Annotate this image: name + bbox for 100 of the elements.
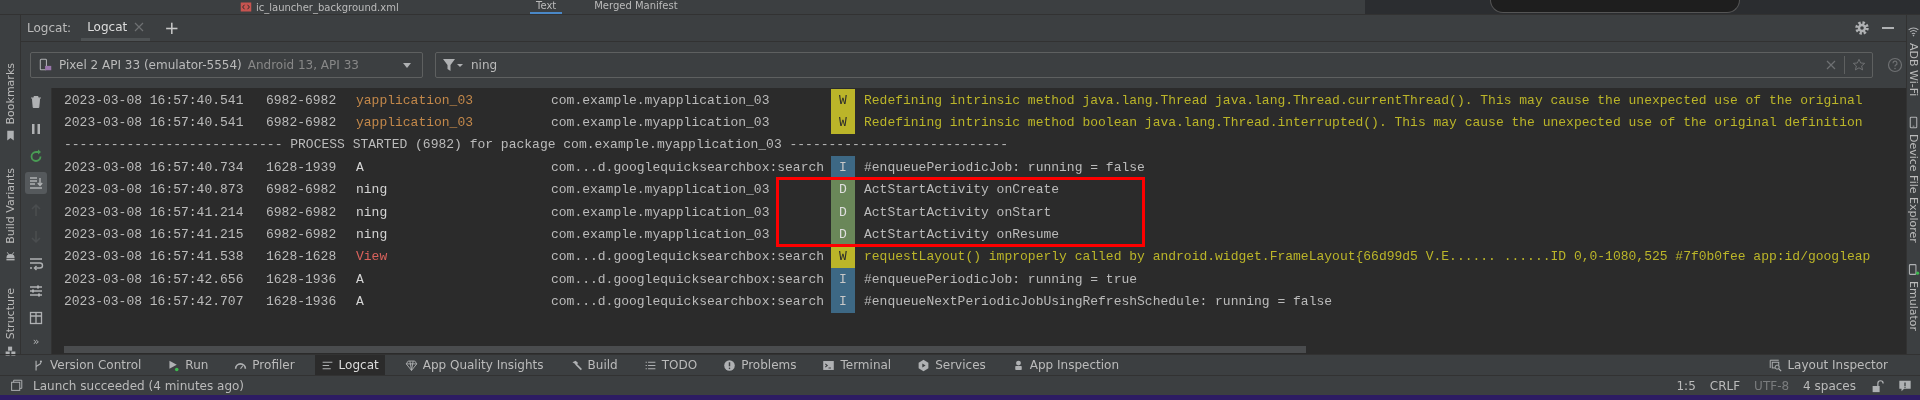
log-pid: 6982-6982 — [266, 204, 338, 220]
log-tag: yapplication_03 — [356, 115, 551, 131]
line-separator[interactable]: CRLF — [1709, 378, 1741, 393]
tool-window-button[interactable]: Problems — [717, 355, 803, 375]
side-tab-label[interactable]: Device File Explorer — [1907, 134, 1920, 244]
close-icon[interactable] — [134, 21, 145, 32]
log-level-badge: D — [831, 223, 855, 246]
scrollbar-thumb[interactable] — [64, 346, 1306, 353]
diamond-icon — [404, 358, 418, 372]
tool-window-label: Profiler — [252, 358, 295, 372]
log-level-badge: I — [831, 290, 855, 313]
tool-window-label: App Quality Insights — [422, 358, 544, 372]
log-message: Redefining intrinsic method java.lang.Thread java.lang.Thread.currentThread(). This may cause the unexpected use of the original — [864, 92, 1863, 108]
log-tag: View — [356, 249, 551, 265]
caret-position[interactable]: 1:5 — [1676, 378, 1696, 393]
device-icon — [39, 58, 53, 72]
log-timestamp: 2023-03-08 16:57:42.707 — [64, 294, 245, 310]
tool-window-label: Logcat — [338, 358, 379, 372]
tool-window-button[interactable]: App Quality Insights — [398, 355, 550, 375]
tool-window-button[interactable]: Services — [911, 355, 992, 375]
tool-window-label: Run — [185, 358, 209, 372]
log-message: ActStartActivity onStart — [864, 204, 1052, 220]
star-icon[interactable] — [1852, 58, 1866, 72]
tool-window-label: Version Control — [50, 358, 142, 372]
indent-setting[interactable]: 4 spaces — [1803, 378, 1856, 393]
tool-window-button[interactable]: App Inspection — [1005, 355, 1126, 375]
log-package: com.example.myapplication_03 — [551, 182, 771, 198]
log-tag: A — [356, 294, 551, 310]
log-timestamp: 2023-03-08 16:57:41.538 — [64, 249, 245, 265]
logcat-tab[interactable]: Logcat — [81, 15, 151, 41]
log-level-badge: W — [831, 89, 855, 112]
side-tab-label[interactable]: ADB Wi-Fi — [1907, 43, 1920, 97]
log-level-badge: W — [831, 111, 855, 134]
window-icon[interactable] — [10, 379, 23, 392]
log-level-badge: D — [831, 178, 855, 201]
notification-icon[interactable] — [1898, 378, 1912, 393]
tool-window-label: App Inspection — [1029, 358, 1120, 372]
side-tab-label[interactable]: Bookmarks — [3, 63, 17, 125]
log-tag: A — [356, 271, 551, 287]
log-pid: 1628-1936 — [266, 294, 338, 310]
log-level-badge: I — [831, 268, 855, 291]
restart-icon — [28, 148, 44, 164]
more-button[interactable]: » — [25, 334, 47, 348]
filter-input[interactable]: ning — [471, 58, 1818, 72]
log-level-badge: I — [831, 156, 855, 179]
log-pid: 6982-6982 — [266, 92, 338, 108]
log-message: Redefining intrinsic method boolean java.lang.Thread.interrupted(). This may cause the unexpected use of the original definition — [864, 115, 1863, 131]
process-started-line: ---------------------------- PROCESS STARTED (6982) for package com.example.myapplication_03 ---------------------------- — [64, 137, 1008, 153]
log-tag: yapplication_03 — [356, 92, 551, 108]
tool-window-button[interactable]: Logcat — [314, 355, 385, 375]
filter-field[interactable]: ning — [435, 52, 1873, 78]
side-tab-label[interactable]: Emulator — [1907, 281, 1920, 332]
tool-window-label: Terminal — [840, 358, 892, 372]
log-pid: 6982-6982 — [266, 182, 338, 198]
log-pid: 6982-6982 — [266, 115, 338, 131]
settings-icon[interactable] — [1854, 20, 1870, 36]
tool-window-button[interactable]: Run — [161, 355, 215, 375]
log-package: com.example.myapplication_03 — [551, 227, 771, 243]
tool-window-label: Build — [587, 358, 618, 372]
log-timestamp: 2023-03-08 16:57:40.873 — [64, 182, 245, 198]
tool-window-button[interactable]: Version Control — [26, 355, 148, 375]
log-package: com.example.myapplication_03 — [551, 204, 771, 220]
tool-window-button[interactable]: Profiler — [228, 355, 301, 375]
robot-icon — [3, 249, 17, 263]
trash-icon — [28, 94, 44, 110]
tool-window-label: Layout Inspector — [1787, 358, 1888, 372]
editor-tab[interactable]: Text — [530, 0, 563, 14]
log-message: requestLayout() improperly called by android.widget.FrameLayout{66d99d5 V.E...... ......ID 0,0-1080,525 #7f0b0fee app:id/googleap — [864, 249, 1871, 265]
side-tab-label[interactable]: Structure — [3, 288, 17, 340]
tool-window-button[interactable]: Build — [563, 355, 624, 375]
log-level-badge: D — [831, 200, 855, 224]
tool-window-label: Services — [935, 358, 986, 372]
filter-icon[interactable] — [442, 57, 464, 73]
tool-window-button[interactable]: Layout Inspector — [1763, 355, 1894, 375]
device-dropdown[interactable]: Pixel 2 API 33 (emulator-5554) Android 13, API 33 — [30, 52, 423, 78]
log-pid: 1628-1628 — [266, 249, 338, 265]
services-icon — [917, 358, 931, 372]
soft-wrap-icon — [28, 256, 44, 272]
log-pid: 1628-1936 — [266, 271, 338, 287]
blocks-icon — [3, 344, 17, 358]
log-tag: ning — [356, 182, 551, 198]
tool-window-button[interactable]: Terminal — [816, 355, 898, 375]
tool-window-button[interactable]: TODO — [637, 355, 704, 375]
log-timestamp: 2023-03-08 16:57:42.656 — [64, 271, 245, 287]
phone-icon — [1907, 116, 1920, 130]
log-timestamp: 2023-03-08 16:57:41.214 — [64, 204, 245, 220]
add-tab-button[interactable]: + — [160, 19, 184, 37]
scroll-to-end-button[interactable] — [25, 172, 47, 194]
device-name: Pixel 2 API 33 (emulator-5554) — [59, 58, 242, 72]
file-name[interactable]: ic_launcher_background.xml — [256, 1, 399, 13]
magnifier-window-icon — [1769, 358, 1783, 372]
clear-icon[interactable] — [1825, 59, 1837, 71]
log-timestamp: 2023-03-08 16:57:41.215 — [64, 227, 245, 243]
editor-tab[interactable]: Merged Manifest — [588, 0, 684, 14]
log-message: ActStartActivity onCreate — [864, 182, 1060, 198]
log-package: com.example.myapplication_03 — [551, 115, 771, 131]
log-timestamp: 2023-03-08 16:57:40.734 — [64, 159, 245, 175]
side-tab-label[interactable]: Build Variants — [3, 168, 17, 245]
exclamation-icon — [723, 358, 737, 372]
lock-icon[interactable] — [1870, 378, 1884, 393]
